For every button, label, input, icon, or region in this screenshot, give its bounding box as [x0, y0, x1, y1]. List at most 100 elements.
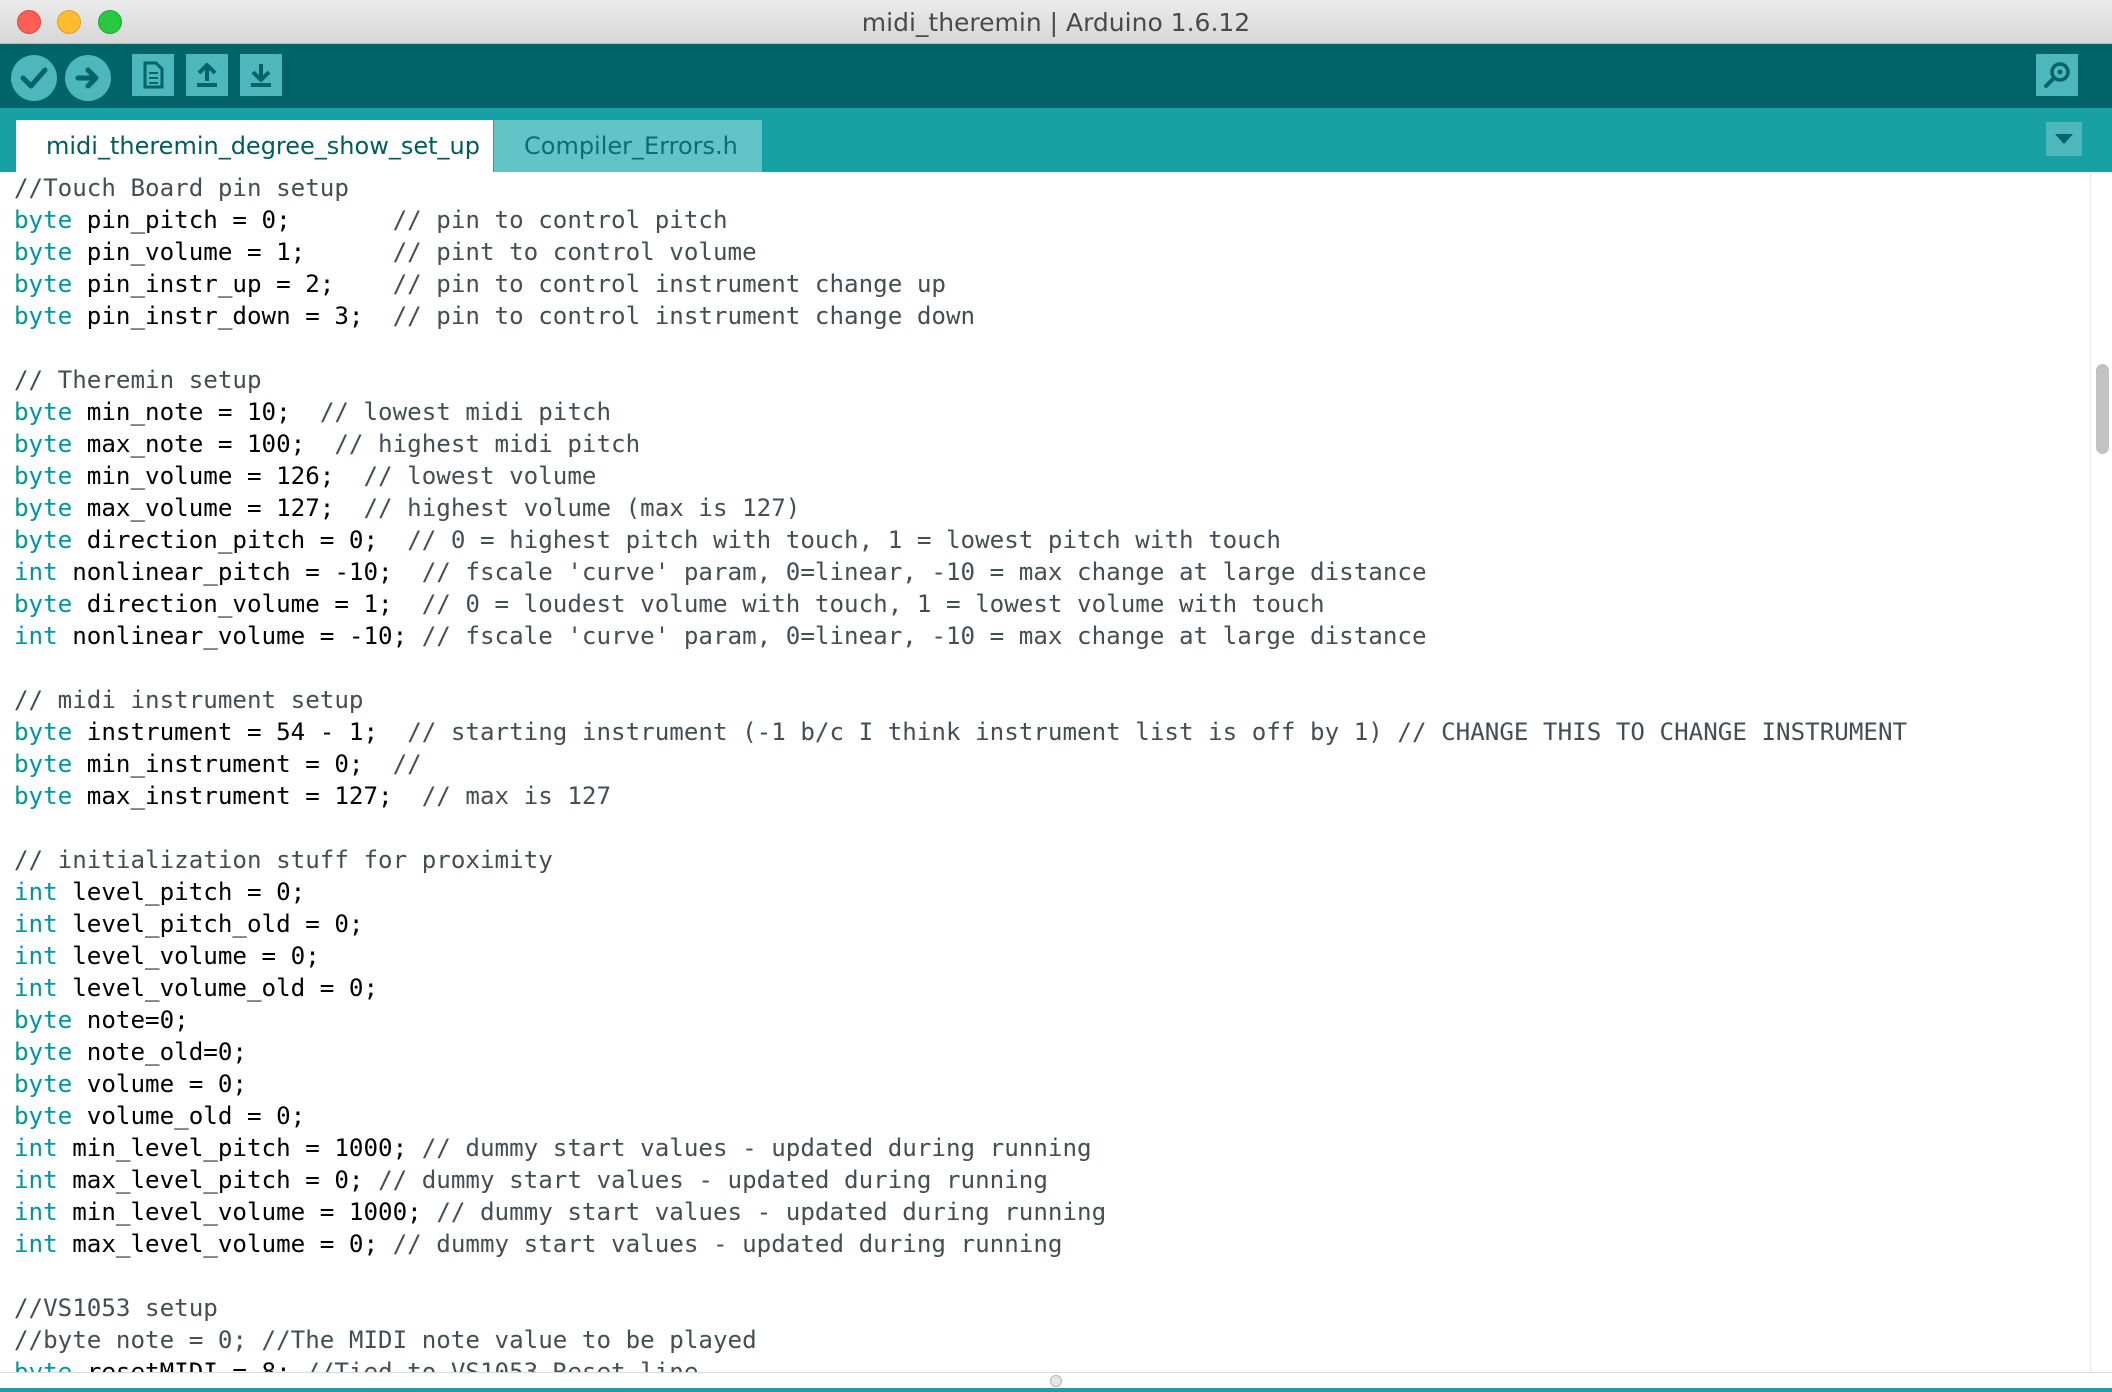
- code-line: int level_pitch = 0;: [14, 876, 1907, 908]
- code-keyword: byte: [14, 1006, 73, 1034]
- code-line: byte resetMIDI = 8; //Tied to VS1053 Res…: [14, 1356, 1907, 1372]
- code-text: direction_volume = 1;: [72, 590, 422, 618]
- open-sketch-button[interactable]: [186, 54, 228, 96]
- code-keyword: byte: [14, 1358, 73, 1372]
- code-comment: // dummy start values - updated during r…: [378, 1166, 1048, 1194]
- code-comment: // dummy start values - updated during r…: [436, 1198, 1107, 1226]
- code-text: level_volume = 0;: [57, 942, 320, 970]
- code-keyword: byte: [14, 462, 73, 490]
- code-comment: // fscale 'curve' param, 0=linear, -10 =…: [421, 558, 1427, 586]
- scrollbar-thumb[interactable]: [2096, 364, 2109, 454]
- vertical-scrollbar[interactable]: [2090, 172, 2112, 1372]
- code-keyword: int: [14, 1134, 58, 1162]
- code-comment: // 0 = loudest volume with touch, 1 = lo…: [421, 590, 1325, 618]
- code-text: max_volume = 127;: [72, 494, 364, 522]
- code-comment: // fscale 'curve' param, 0=linear, -10 =…: [421, 622, 1427, 650]
- code-text: nonlinear_pitch = -10;: [57, 558, 422, 586]
- code-keyword: int: [14, 878, 58, 906]
- code-line: //VS1053 setup: [14, 1292, 1907, 1324]
- code-text: note=0;: [72, 1006, 189, 1034]
- divider-handle[interactable]: [1050, 1375, 1062, 1387]
- new-sketch-button[interactable]: [132, 54, 174, 96]
- code-keyword: byte: [14, 750, 73, 778]
- tab-midi-theremin[interactable]: midi_theremin_degree_show_set_up: [16, 120, 493, 172]
- code-line: byte volume_old = 0;: [14, 1100, 1907, 1132]
- code-editor[interactable]: //Touch Board pin setup byte pin_pitch = …: [0, 172, 2090, 1372]
- code-line: int nonlinear_volume = -10; // fscale 'c…: [14, 620, 1907, 652]
- code-text: pin_pitch = 0;: [72, 206, 393, 234]
- code-text: pin_instr_up = 2;: [72, 270, 393, 298]
- code-line: byte pin_volume = 1; // pint to control …: [14, 236, 1907, 268]
- code-keyword: int: [14, 974, 58, 1002]
- code-comment: // max is 127: [421, 782, 612, 810]
- code-line: int min_level_pitch = 1000; // dummy sta…: [14, 1132, 1907, 1164]
- code-keyword: int: [14, 1198, 58, 1226]
- upload-button[interactable]: [65, 55, 111, 101]
- code-comment: // midi instrument setup: [14, 686, 364, 714]
- tab-compiler-errors[interactable]: Compiler_Errors.h: [494, 120, 762, 172]
- code-comment: // initialization stuff for proximity: [14, 846, 553, 874]
- code-line: // midi instrument setup: [14, 684, 1907, 716]
- save-sketch-button[interactable]: [240, 54, 282, 96]
- code-line: byte min_volume = 126; // lowest volume: [14, 460, 1907, 492]
- code-comment: //VS1053 setup: [14, 1294, 218, 1322]
- code-comment: // 0 = highest pitch with touch, 1 = low…: [407, 526, 1281, 554]
- code-comment: //: [392, 750, 422, 778]
- serial-monitor-button[interactable]: [2036, 54, 2078, 96]
- code-text: volume = 0;: [72, 1070, 247, 1098]
- verify-button[interactable]: [11, 55, 57, 101]
- code-text: note_old=0;: [72, 1038, 247, 1066]
- code-comment: // pin to control pitch: [392, 206, 728, 234]
- code-line: byte max_instrument = 127; // max is 127: [14, 780, 1907, 812]
- code-text: level_pitch_old = 0;: [57, 910, 364, 938]
- title-bar: midi_theremin | Arduino 1.6.12: [0, 0, 2112, 44]
- code-comment: // starting instrument (-1 b/c I think i…: [407, 718, 1908, 746]
- right-arrow-icon: [75, 67, 99, 89]
- code-text: level_volume_old = 0;: [57, 974, 379, 1002]
- code-line: byte min_note = 10; // lowest midi pitch: [14, 396, 1907, 428]
- code-line: byte max_note = 100; // highest midi pit…: [14, 428, 1907, 460]
- code-line: int min_level_volume = 1000; // dummy st…: [14, 1196, 1907, 1228]
- code-text: pin_instr_down = 3;: [72, 302, 393, 330]
- code-comment: // highest volume (max is 127): [363, 494, 801, 522]
- code-line: byte max_volume = 127; // highest volume…: [14, 492, 1907, 524]
- code-text: max_note = 100;: [72, 430, 335, 458]
- code-keyword: byte: [14, 782, 73, 810]
- code-keyword: byte: [14, 270, 73, 298]
- code-line: byte note_old=0;: [14, 1036, 1907, 1068]
- tab-menu-button[interactable]: [2046, 122, 2082, 156]
- code-text: min_note = 10;: [72, 398, 320, 426]
- code-comment: // pin to control instrument change down: [392, 302, 976, 330]
- code-area[interactable]: //Touch Board pin setup byte pin_pitch = …: [14, 172, 1907, 1372]
- code-line: int level_volume_old = 0;: [14, 972, 1907, 1004]
- code-comment: //Touch Board pin setup: [14, 174, 349, 202]
- code-keyword: byte: [14, 494, 73, 522]
- code-comment: // pin to control instrument change up: [392, 270, 946, 298]
- code-line: // Theremin setup: [14, 364, 1907, 396]
- code-line: int level_volume = 0;: [14, 940, 1907, 972]
- code-line: int level_pitch_old = 0;: [14, 908, 1907, 940]
- console-divider[interactable]: [0, 1372, 2112, 1392]
- code-line: byte instrument = 54 - 1; // starting in…: [14, 716, 1907, 748]
- code-keyword: byte: [14, 430, 73, 458]
- code-line: int nonlinear_pitch = -10; // fscale 'cu…: [14, 556, 1907, 588]
- chevron-down-icon: [2055, 134, 2073, 144]
- code-keyword: byte: [14, 398, 73, 426]
- magnifier-icon: [2044, 62, 2070, 88]
- code-text: min_volume = 126;: [72, 462, 364, 490]
- code-keyword: int: [14, 622, 58, 650]
- code-comment: // lowest midi pitch: [319, 398, 612, 426]
- code-comment: // dummy start values - updated during r…: [392, 1230, 1063, 1258]
- code-line: // initialization stuff for proximity: [14, 844, 1907, 876]
- code-text: pin_volume = 1;: [72, 238, 393, 266]
- code-keyword: byte: [14, 302, 73, 330]
- window-title: midi_theremin | Arduino 1.6.12: [861, 8, 1251, 37]
- code-line: //byte note = 0; //The MIDI note value t…: [14, 1324, 1907, 1356]
- code-line: byte direction_volume = 1; // 0 = loudes…: [14, 588, 1907, 620]
- code-line: byte min_instrument = 0; //: [14, 748, 1907, 780]
- code-keyword: int: [14, 558, 58, 586]
- toolbar: [0, 44, 2112, 108]
- code-text: nonlinear_volume = -10;: [57, 622, 422, 650]
